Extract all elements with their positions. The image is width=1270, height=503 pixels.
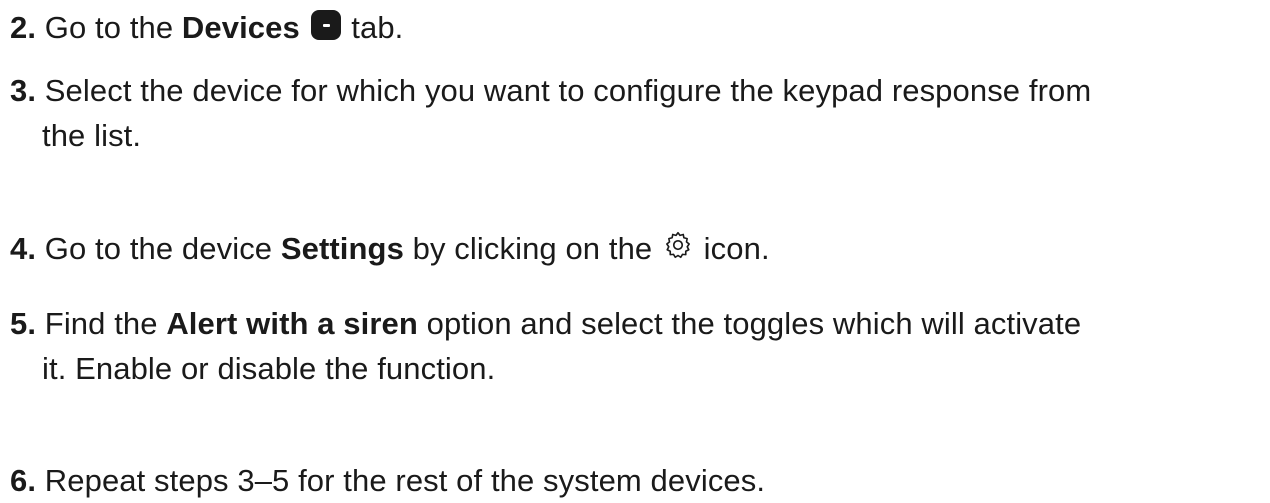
step-text: icon. xyxy=(694,231,770,266)
step-number: 2. xyxy=(10,10,37,45)
step-text: tab. xyxy=(342,10,404,45)
step-text-continued: it. Enable or disable the function. xyxy=(42,351,496,386)
step-text: Select the device for which you want to … xyxy=(44,73,1092,108)
step-2: 2. Go to the Devices tab. xyxy=(10,5,1260,50)
gear-icon xyxy=(666,231,690,259)
step-5: 5. Find the Alert with a siren option an… xyxy=(10,301,1260,391)
step-text: Find the xyxy=(44,306,167,341)
step-text: option and select the toggles which will… xyxy=(417,306,1082,341)
step-number: 4. xyxy=(10,231,37,266)
step-4: 4. Go to the device Settings by clicking… xyxy=(10,226,1260,271)
devices-tab-icon xyxy=(310,10,341,40)
alert-with-siren-label: Alert with a siren xyxy=(166,306,418,341)
settings-label: Settings xyxy=(280,231,404,266)
instructions-document: 2. Go to the Devices tab. 3. Select the … xyxy=(0,0,1270,501)
step-3: 3. Select the device for which you want … xyxy=(10,68,1260,158)
step-text: Go to the xyxy=(44,10,182,45)
step-number: 6. xyxy=(10,463,37,498)
step-number: 3. xyxy=(10,73,37,108)
step-text: Repeat steps 3–5 for the rest of the sys… xyxy=(44,463,766,498)
step-text: by clicking on the xyxy=(403,231,661,266)
step-text: Go to the device xyxy=(44,231,281,266)
step-6: 6. Repeat steps 3–5 for the rest of the … xyxy=(10,458,1260,503)
step-text-continued: the list. xyxy=(42,118,142,153)
step-number: 5. xyxy=(10,306,37,341)
devices-label: Devices xyxy=(181,10,300,45)
